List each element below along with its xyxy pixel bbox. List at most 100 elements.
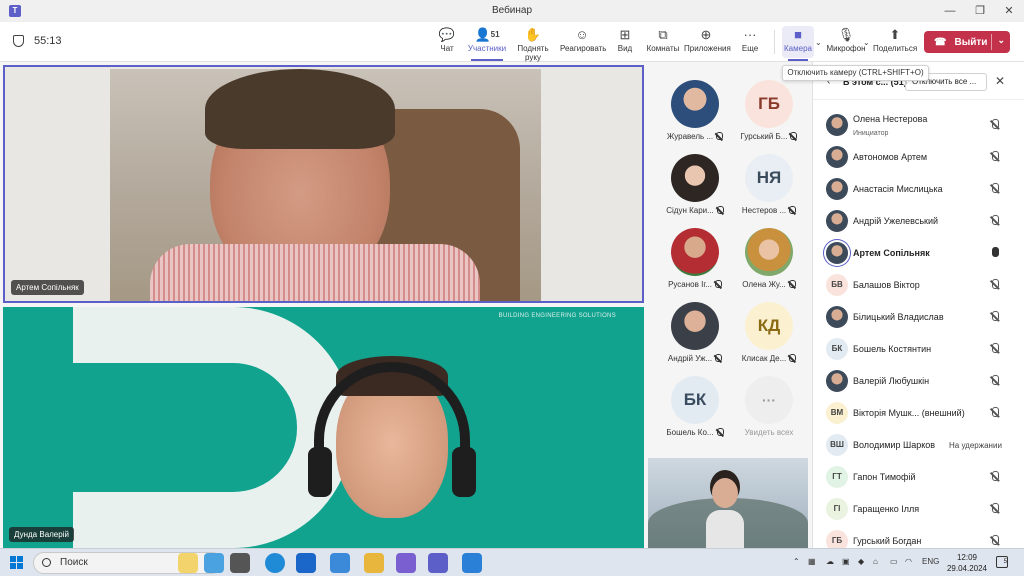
avatar — [826, 306, 848, 328]
mic-off-icon — [992, 535, 999, 545]
video-feed — [308, 352, 476, 548]
participant-row[interactable]: Валерій Любушкін — [813, 365, 1024, 397]
mic-off-icon — [715, 354, 723, 362]
avatar: ГБ — [745, 80, 793, 128]
participant-row[interactable]: Анастасія Мислицька — [813, 173, 1024, 205]
mic-off-icon — [790, 132, 798, 140]
mic-options-chevron-icon[interactable]: ⌄ — [863, 38, 870, 47]
more-button[interactable]: ··· Еще — [728, 26, 772, 58]
participant-row[interactable]: Білицький Владислав — [813, 301, 1024, 333]
participant-name: Автономов Артем — [853, 152, 928, 162]
tray-app-icon[interactable]: ⌂ — [873, 557, 878, 566]
taskbar-clock[interactable]: 12:09 29.04.2024 — [942, 552, 992, 574]
store-icon[interactable] — [330, 553, 350, 573]
avatar — [826, 146, 848, 168]
plus-icon: ⊕ — [700, 27, 712, 42]
camera-button[interactable]: ■ Камера — [782, 26, 814, 61]
close-window-button[interactable]: ✕ — [994, 0, 1024, 22]
onedrive-icon[interactable]: ☁ — [826, 557, 834, 566]
title-bar: T Вебинар — ❐ ✕ — [0, 0, 1024, 22]
windows-start-icon[interactable] — [10, 556, 24, 570]
apps-button[interactable]: ⊕ Приложения — [684, 26, 731, 58]
teams-taskbar-icon[interactable] — [428, 553, 448, 573]
self-view-video[interactable] — [648, 458, 808, 548]
mic-off-icon — [789, 206, 797, 214]
participant-row[interactable]: Автономов Артем — [813, 141, 1024, 173]
file-explorer-icon[interactable] — [364, 553, 384, 573]
taskbar-app-icon[interactable] — [204, 553, 224, 573]
background-logo-shape — [73, 307, 353, 548]
gallery-tile[interactable]: ГБ Гурський Б... — [734, 80, 804, 154]
toolbar-divider — [774, 30, 775, 54]
rooms-icon: ⧉ — [658, 27, 668, 42]
chat-button[interactable]: 💬 Чат — [425, 26, 469, 58]
camera-tooltip: Отключить камеру (CTRL+SHIFT+O) — [782, 65, 929, 81]
tray-chevron-icon[interactable]: ⌃ — [793, 557, 800, 566]
tray-app-icon[interactable]: ◆ — [858, 557, 864, 566]
camera-options-chevron-icon[interactable]: ⌄ — [815, 38, 822, 47]
gallery-tile[interactable]: Сідун Кари... — [660, 154, 730, 228]
leave-button[interactable]: ☎ Выйти ⌄ — [924, 31, 1010, 53]
gallery-name: Гурський Б... — [740, 132, 788, 141]
gallery-tile[interactable]: Русанов Іг... — [660, 228, 730, 302]
participant-row[interactable]: Артем Сопільняк — [813, 237, 1024, 269]
video-tile-speaker[interactable]: Артем Сопільняк — [3, 65, 644, 303]
share-button[interactable]: ⬆ Поделиться — [873, 26, 917, 58]
shield-icon — [13, 35, 24, 47]
lang-indicator[interactable]: ENG — [922, 557, 939, 566]
react-button[interactable]: ☺ Реагировать — [560, 26, 606, 58]
rooms-button[interactable]: ⧉ Комнаты — [641, 26, 685, 58]
participant-row[interactable]: Андрій Ужелевський — [813, 205, 1024, 237]
participant-name: Гаращенко Ілля — [853, 504, 920, 514]
task-view-icon[interactable] — [230, 553, 250, 573]
mic-off-icon — [992, 375, 999, 385]
edge-icon[interactable] — [265, 553, 285, 573]
widgets-icon[interactable] — [178, 553, 198, 573]
meeting-timer: 55:13 — [13, 35, 62, 47]
tray-app-icon[interactable]: ▦ — [808, 557, 816, 566]
avatar: ГІ — [826, 498, 848, 520]
microphone-button[interactable]: 🎙 Микрофон — [824, 26, 868, 58]
participant-row[interactable]: Олена Нестерова Инициатор — [813, 109, 1024, 141]
gallery-tile[interactable]: НЯ Нестеров ... — [734, 154, 804, 228]
avatar — [826, 114, 848, 136]
restore-button[interactable]: ❐ — [965, 0, 995, 22]
wifi-icon[interactable]: ◠ — [905, 557, 912, 566]
windows-taskbar: Поиск ⌃ ▦ ☁ ▣ ◆ ⌂ ▭ ◠ ENG 12:09 29.04.20… — [0, 548, 1024, 576]
video-tile-second[interactable]: BUILDING ENGINEERING SOLUTIONS Дунда Вал… — [3, 307, 644, 548]
minimize-button[interactable]: — — [935, 0, 965, 22]
battery-icon[interactable]: ▭ — [890, 557, 898, 566]
close-icon[interactable]: ✕ — [995, 74, 1005, 88]
photos-icon[interactable] — [462, 553, 482, 573]
gallery-name: Увидеть всех — [744, 428, 794, 437]
mail-icon[interactable] — [296, 553, 316, 573]
gallery-tile[interactable]: КД Клисак Де... — [734, 302, 804, 376]
raise-hand-button[interactable]: ✋ Поднять руку — [510, 26, 556, 62]
gallery-tile[interactable]: БК Бошель Ко... — [660, 376, 730, 450]
tray-app-icon[interactable]: ▣ — [842, 557, 850, 566]
participant-name: Володимир Шарков — [853, 440, 936, 450]
gallery-tile[interactable]: Олена Жу... — [734, 228, 804, 302]
participant-row[interactable]: ГТ Гапон Тимофій — [813, 461, 1024, 493]
leave-options-chevron-icon[interactable]: ⌄ — [997, 35, 1005, 46]
gallery-name: Журавель ... — [666, 132, 714, 141]
participants-button[interactable]: 👤51 Участники — [465, 26, 509, 61]
avatar: КД — [745, 302, 793, 350]
gallery-tile[interactable]: ··· Увидеть всех — [734, 376, 804, 450]
participant-row[interactable]: ГІ Гаращенко Ілля — [813, 493, 1024, 525]
participants-count: 51 — [490, 30, 500, 39]
mic-off-icon — [992, 215, 999, 225]
mic-off-icon — [716, 206, 724, 214]
gallery-tile[interactable]: Журавель ... — [660, 80, 730, 154]
participant-row[interactable]: ВМ Вікторія Мушк... (внешний) — [813, 397, 1024, 429]
participant-row[interactable]: ВШ Володимир Шарков На удержании — [813, 429, 1024, 461]
participant-name-tag: Дунда Валерій — [9, 527, 74, 542]
participant-name: Бошель Костянтин — [853, 344, 932, 354]
copilot-icon[interactable] — [396, 553, 416, 573]
mic-off-icon — [714, 280, 722, 288]
participant-row[interactable]: БВ Балашов Віктор — [813, 269, 1024, 301]
notification-icon[interactable]: 5 — [996, 556, 1008, 568]
gallery-tile[interactable]: Андрій Уж... — [660, 302, 730, 376]
participant-gallery: Журавель ... ГБ Гурський Б... Сідун Кари...… — [648, 62, 812, 457]
participant-row[interactable]: БК Бошель Костянтин — [813, 333, 1024, 365]
